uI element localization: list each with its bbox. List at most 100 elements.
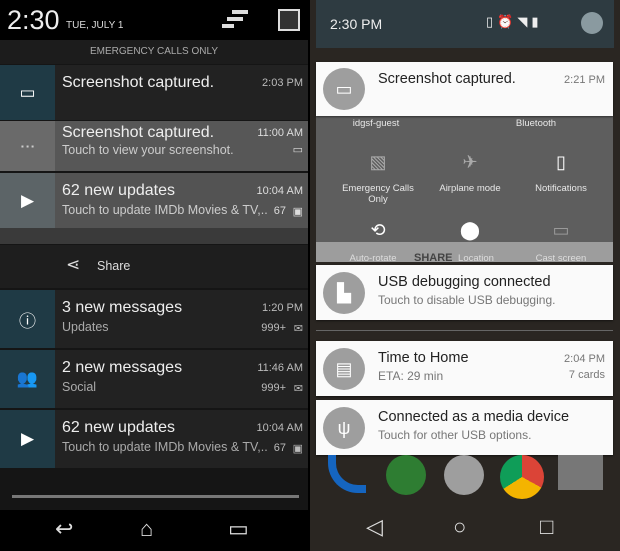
- vibrate-icon: ▯: [486, 14, 498, 29]
- notification-card[interactable]: ▙ USB debugging connected Touch to disab…: [316, 265, 613, 320]
- play-store-icon: ▶: [0, 410, 55, 468]
- notification-time: 10:04 AM: [256, 422, 303, 434]
- notification-title: Screenshot captured.: [378, 71, 516, 87]
- train-icon: ▤: [323, 348, 365, 390]
- home-icon[interactable]: ⌂: [140, 516, 153, 542]
- notification-count: 999+: [261, 382, 286, 394]
- camera-app-icon[interactable]: [558, 455, 603, 490]
- wifi-label[interactable]: idgsf-guest: [331, 118, 421, 129]
- drag-handle[interactable]: [12, 495, 299, 498]
- play-store-icon: ▣: [292, 206, 303, 218]
- notification-time: 11:00 AM: [257, 127, 303, 139]
- mail-icon: ✉: [293, 323, 303, 335]
- emergency-text: EMERGENCY CALLS ONLY: [0, 40, 308, 64]
- notification-subtitle: Touch to update IMDb Movies & TV,..: [62, 203, 268, 217]
- notification-subtitle: Touch to update IMDb Movies & TV,..: [62, 440, 268, 454]
- notification-item[interactable]: ▪ ▪ ▪ Screenshot captured. Touch to view…: [0, 121, 308, 171]
- quick-settings-icon[interactable]: [278, 9, 300, 31]
- quick-settings: idgsf-guest Bluetooth ▧ ✈ ▯ Emergency Ca…: [316, 116, 613, 264]
- sim-icon[interactable]: ▧: [363, 152, 393, 173]
- notification-item[interactable]: ⓘ 3 new messages Updates 1:20 PM 999+ ✉: [0, 290, 308, 348]
- notification-card[interactable]: ψ Connected as a media device Touch for …: [316, 400, 613, 455]
- bluetooth-label[interactable]: Bluetooth: [491, 118, 581, 129]
- wifi-icon: ◥: [517, 14, 532, 29]
- notification-subtitle: Touch to disable USB debugging.: [378, 293, 556, 307]
- hangouts-app-icon[interactable]: [386, 455, 426, 495]
- app-drawer-icon[interactable]: [444, 455, 484, 495]
- notifications-label: Notifications: [535, 183, 587, 194]
- date: TUE, JULY 1: [66, 20, 124, 31]
- airplane-label: Airplane mode: [439, 183, 501, 194]
- notification-item[interactable]: ▶ 62 new updates Touch to update IMDb Mo…: [0, 410, 308, 468]
- notification-count: 67: [273, 442, 286, 454]
- header: 2:30 TUE, JULY 1: [0, 0, 308, 40]
- notification-time: 1:20 PM: [262, 302, 303, 314]
- notification-title: 62 new updates: [62, 419, 175, 436]
- clock: 2:30: [7, 5, 60, 35]
- notification-time: 10:04 AM: [256, 185, 303, 197]
- notification-item[interactable]: ▶ 62 new updates Touch to update IMDb Mo…: [0, 173, 308, 228]
- play-store-icon: ▶: [0, 173, 55, 228]
- share-bar[interactable]: Auto-rotate SHARE Location Cast screen: [316, 242, 613, 264]
- image-icon: ▭: [0, 65, 55, 120]
- notification-title: Connected as a media device: [378, 409, 570, 425]
- cast-icon[interactable]: ▭: [546, 220, 576, 241]
- notification-title: 2 new messages: [62, 359, 183, 376]
- location-icon[interactable]: ⬤: [455, 220, 485, 241]
- notification-item[interactable]: 👥 2 new messages Social 11:46 AM 999+ ✉: [0, 350, 308, 408]
- recents-icon[interactable]: □: [540, 514, 553, 540]
- notification-subtitle: Updates: [62, 320, 109, 334]
- notification-time: 11:46 AM: [257, 362, 303, 374]
- cast-label: Cast screen: [535, 253, 587, 264]
- notification-title: Screenshot captured.: [62, 124, 215, 141]
- battery-icon: ▮: [531, 14, 543, 29]
- notification-count: 999+: [261, 322, 286, 334]
- notification-card[interactable]: ▭ Screenshot captured. 2:21 PM: [316, 62, 613, 116]
- avatar[interactable]: [581, 12, 603, 34]
- notification-count: 7 cards: [568, 369, 605, 381]
- back-icon[interactable]: ◁: [366, 514, 383, 540]
- phone-app-icon[interactable]: [328, 455, 366, 493]
- divider: [316, 330, 613, 331]
- notification-card[interactable]: ▤ Time to Home ETA: 29 min 2:04 PM 7 car…: [316, 341, 613, 396]
- notification-time: 2:04 PM: [564, 353, 605, 365]
- notification-title: Screenshot captured.: [62, 74, 215, 91]
- notification-title: 3 new messages: [62, 299, 183, 316]
- mail-icon: ✉: [293, 383, 303, 395]
- location-label: Location: [458, 253, 494, 264]
- sim-label: Emergency Calls Only: [342, 183, 414, 205]
- dock: [310, 455, 620, 503]
- notification-subtitle: Social: [62, 380, 97, 394]
- airplane-icon[interactable]: ✈: [455, 152, 485, 173]
- notification-title: USB debugging connected: [378, 274, 551, 290]
- notification-count: 67: [273, 205, 286, 217]
- home-icon[interactable]: ○: [453, 514, 466, 540]
- share-label: Share: [97, 259, 131, 273]
- usb-icon: ψ: [323, 407, 365, 449]
- divider: [0, 228, 308, 244]
- clock: 2:30 PM: [330, 16, 383, 32]
- info-icon: ⓘ: [0, 290, 55, 348]
- back-icon[interactable]: ↩: [55, 516, 73, 542]
- notification-title: Time to Home: [378, 350, 469, 366]
- right-notification-shade: 2:30 PM ▯⏰◥▮ idgsf-guest Bluetooth ▧ ✈ ▯…: [310, 0, 620, 551]
- chrome-app-icon[interactable]: [500, 455, 544, 499]
- alarm-icon: ⏰: [497, 14, 518, 29]
- usb-debug-icon: ▙: [323, 272, 365, 314]
- notification-time: 2:03 PM: [262, 77, 303, 89]
- notification-time: 2:21 PM: [564, 74, 605, 86]
- image-icon: ▭: [292, 144, 303, 156]
- clear-all-icon[interactable]: [222, 10, 248, 30]
- recents-icon[interactable]: ▭: [228, 516, 249, 542]
- share-button[interactable]: ⋖ Share: [0, 245, 308, 288]
- people-icon: 👥: [0, 350, 55, 408]
- share-icon: ⋖: [66, 255, 81, 274]
- nav-bar: ↩ ⌂ ▭: [0, 510, 308, 551]
- vibrate-icon[interactable]: ▯: [546, 152, 576, 173]
- rotate-label: Auto-rotate: [349, 253, 397, 264]
- notification-title: 62 new updates: [62, 182, 175, 199]
- status-bar: 2:30 PM ▯⏰◥▮: [316, 0, 614, 48]
- play-store-icon: ▣: [292, 443, 303, 455]
- notification-item[interactable]: ▭ Screenshot captured. 2:03 PM: [0, 65, 308, 120]
- rotate-icon[interactable]: ⟲: [363, 220, 393, 241]
